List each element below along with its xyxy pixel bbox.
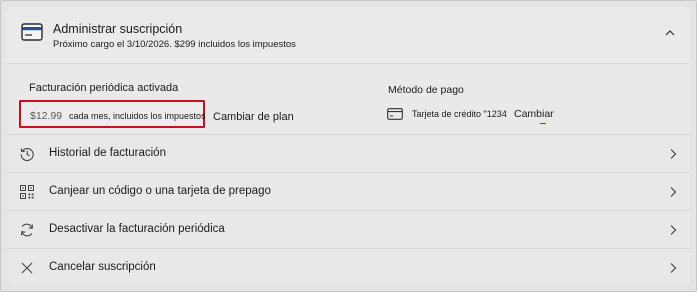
price-highlight-box: $12.99 cada mes, incluidos los impuestos	[19, 100, 206, 128]
row-disable-recurring[interactable]: Desactivar la facturación periódica	[7, 211, 690, 249]
window-frame: Administrar suscripción Próximo cargo el…	[0, 0, 697, 292]
subscription-header[interactable]: Administrar suscripción Próximo cargo el…	[7, 7, 690, 64]
payment-method-label: Método de pago	[388, 84, 464, 96]
row-label: Cancelar suscripción	[49, 261, 156, 273]
price-note: cada mes, incluidos los impuestos	[69, 111, 206, 121]
refresh-icon	[21, 223, 33, 237]
chevron-up-icon[interactable]	[664, 27, 676, 39]
row-billing-history[interactable]: Historial de facturación	[7, 135, 690, 173]
close-icon	[21, 262, 33, 274]
subscription-card-icon	[21, 23, 43, 41]
change-payment-link[interactable]: Cambiar	[514, 108, 554, 124]
history-icon	[20, 147, 34, 162]
qr-code-icon	[20, 185, 34, 199]
subscription-subtitle: Próximo cargo el 3/10/2026. $299 incluid…	[53, 39, 296, 50]
chevron-right-icon	[670, 225, 677, 235]
payment-card-text: Tarjeta de crédito "1234	[412, 109, 507, 119]
row-label: Desactivar la facturación periódica	[49, 223, 225, 235]
row-label: Canjear un código o una tarjeta de prepa…	[49, 185, 271, 197]
billing-details: Facturación periódica activada $12.99 ca…	[7, 64, 690, 135]
chevron-right-icon	[670, 149, 677, 159]
row-cancel-subscription[interactable]: Cancelar suscripción	[7, 249, 690, 285]
change-plan-link[interactable]: Cambiar de plan	[213, 111, 294, 123]
subscription-title: Administrar suscripción	[53, 22, 183, 36]
credit-card-icon	[387, 108, 403, 120]
chevron-right-icon	[670, 263, 677, 273]
row-redeem-code[interactable]: Canjear un código o una tarjeta de prepa…	[7, 173, 690, 211]
subscription-panel: Administrar suscripción Próximo cargo el…	[7, 7, 690, 285]
price-amount: $12.99	[30, 110, 63, 122]
chevron-right-icon	[670, 187, 677, 197]
row-label: Historial de facturación	[49, 147, 166, 159]
billing-status-label: Facturación periódica activada	[29, 82, 179, 94]
